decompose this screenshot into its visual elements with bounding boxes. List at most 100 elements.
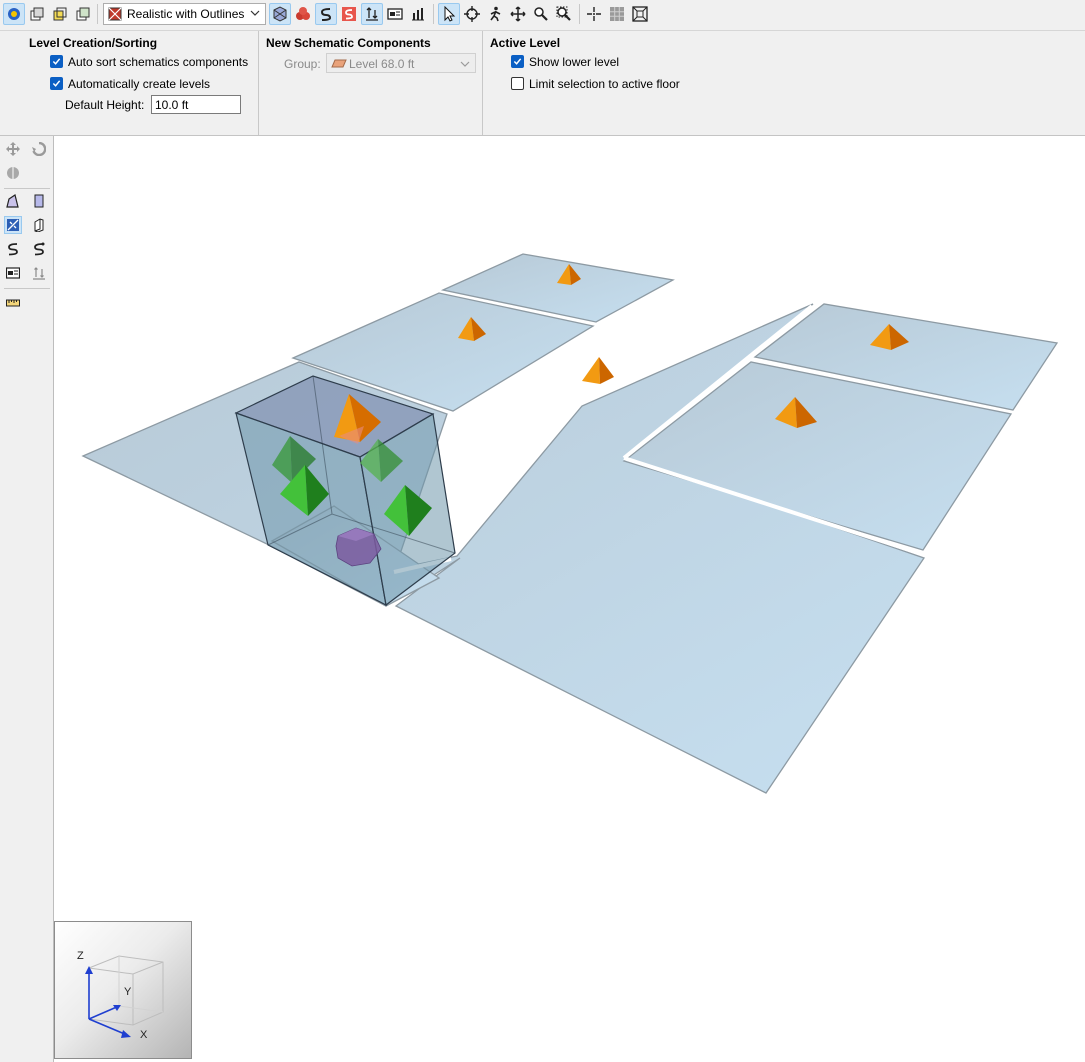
auto-sort-label: Auto sort schematics components bbox=[68, 55, 249, 69]
auto-create-checkbox[interactable] bbox=[50, 77, 63, 90]
level-sort-tool[interactable] bbox=[30, 264, 48, 282]
pan-button[interactable] bbox=[507, 3, 529, 25]
zoom-button[interactable] bbox=[530, 3, 552, 25]
pipe-link-tool[interactable] bbox=[30, 240, 48, 258]
rotate-tool[interactable] bbox=[30, 140, 48, 158]
limit-selection-checkbox[interactable] bbox=[511, 77, 524, 90]
mirror-tool[interactable] bbox=[4, 164, 22, 182]
axis-x-label: X bbox=[140, 1029, 148, 1041]
level-sort-icon bbox=[33, 267, 45, 280]
level-sort-button[interactable] bbox=[361, 3, 383, 25]
fit-view-icon bbox=[632, 6, 648, 22]
view-top-button[interactable] bbox=[72, 3, 94, 25]
grid-button[interactable] bbox=[606, 3, 628, 25]
pipe-link-icon bbox=[34, 242, 45, 256]
axis-cube-drawing bbox=[85, 955, 164, 1038]
draw-room-icon bbox=[6, 194, 19, 208]
default-height-input[interactable]: 10.0 ft bbox=[151, 95, 241, 114]
render-mode-select[interactable]: Realistic with Outlines bbox=[103, 3, 266, 25]
x-ray-icon bbox=[273, 6, 287, 22]
rotate-icon bbox=[32, 142, 46, 156]
schematic-card-tool[interactable] bbox=[4, 264, 22, 282]
pipe-route-red-button[interactable] bbox=[338, 3, 360, 25]
orbit-button[interactable] bbox=[461, 3, 483, 25]
orbit-icon bbox=[464, 6, 480, 22]
grid-icon bbox=[610, 7, 624, 21]
axis-y-label: Y bbox=[124, 986, 132, 998]
chevron-down-icon bbox=[460, 61, 470, 67]
mirror-icon bbox=[7, 167, 19, 179]
component-cluster-button[interactable] bbox=[292, 3, 314, 25]
view-side-icon bbox=[53, 7, 67, 21]
new-components-group: New Schematic Components Group: bbox=[259, 31, 482, 135]
level-sort-icon bbox=[366, 7, 378, 21]
wall-tool[interactable] bbox=[30, 216, 48, 234]
terminal-3[interactable] bbox=[582, 357, 614, 384]
options-panel: Level Creation/Sorting Auto sort schemat… bbox=[0, 31, 1085, 136]
schematic-card-icon bbox=[6, 267, 20, 279]
show-lower-label: Show lower level bbox=[529, 55, 620, 69]
render-style-icon bbox=[108, 7, 122, 21]
group-label: Group: bbox=[284, 57, 321, 71]
view-front-icon bbox=[30, 7, 44, 21]
bar-chart-icon bbox=[412, 8, 424, 21]
new-components-title: New Schematic Components bbox=[266, 36, 431, 50]
pan-icon bbox=[510, 6, 526, 22]
pipe-route-red-icon bbox=[342, 7, 356, 21]
check-icon bbox=[513, 58, 522, 65]
active-level-group: Active Level Show lower level Limit sele… bbox=[483, 31, 783, 135]
fit-view-button[interactable] bbox=[629, 3, 651, 25]
axis-z-label: Z bbox=[77, 950, 84, 962]
bar-chart-button[interactable] bbox=[407, 3, 429, 25]
auto-sort-checkbox[interactable] bbox=[50, 55, 63, 68]
move-icon bbox=[6, 142, 20, 156]
zoom-window-icon bbox=[556, 6, 571, 21]
center-view-icon bbox=[587, 7, 601, 21]
chevron-down-icon bbox=[250, 10, 260, 16]
check-icon bbox=[52, 58, 61, 65]
zoom-icon bbox=[534, 7, 548, 21]
level-creation-title: Level Creation/Sorting bbox=[29, 36, 158, 50]
view-home-button[interactable] bbox=[3, 3, 25, 25]
floor-slabs bbox=[81, 253, 1059, 794]
select-tool-button[interactable] bbox=[438, 3, 460, 25]
default-height-label: Default Height: bbox=[65, 98, 145, 112]
move-tool[interactable] bbox=[4, 140, 22, 158]
slab-icon bbox=[7, 219, 19, 231]
tool-palette bbox=[0, 136, 53, 1062]
main-toolbar: Realistic with Outlines bbox=[0, 0, 1085, 31]
component-cluster-icon bbox=[296, 7, 310, 20]
walk-icon bbox=[490, 6, 501, 22]
group-select[interactable]: Level 68.0 ft bbox=[326, 53, 476, 73]
zoom-window-button[interactable] bbox=[553, 3, 575, 25]
view-side-button[interactable] bbox=[49, 3, 71, 25]
measure-tool[interactable] bbox=[4, 294, 22, 312]
active-level-title: Active Level bbox=[490, 36, 561, 50]
wall-icon bbox=[34, 218, 44, 232]
limit-selection-label: Limit selection to active floor bbox=[529, 77, 680, 91]
draw-room-tool[interactable] bbox=[4, 192, 22, 210]
view-top-icon bbox=[76, 7, 90, 21]
show-lower-checkbox[interactable] bbox=[511, 55, 524, 68]
draw-box-icon bbox=[34, 194, 44, 208]
center-view-button[interactable] bbox=[583, 3, 605, 25]
duct-route-icon bbox=[8, 243, 18, 256]
schematic-card-button[interactable] bbox=[384, 3, 406, 25]
slab-tool[interactable] bbox=[4, 216, 22, 234]
check-icon bbox=[52, 80, 61, 87]
duct-route-tool[interactable] bbox=[4, 240, 22, 258]
3d-viewport[interactable]: Z Y X bbox=[53, 136, 1085, 1062]
measure-icon bbox=[6, 299, 20, 307]
level-swatch-icon bbox=[331, 59, 347, 68]
view-home-icon bbox=[8, 8, 20, 20]
axis-orientation-cube[interactable]: Z Y X bbox=[54, 921, 192, 1059]
x-ray-button[interactable] bbox=[269, 3, 291, 25]
view-front-button[interactable] bbox=[26, 3, 48, 25]
draw-box-tool[interactable] bbox=[30, 192, 48, 210]
walk-button[interactable] bbox=[484, 3, 506, 25]
3d-scene[interactable] bbox=[54, 136, 1085, 1062]
pipe-route-icon bbox=[320, 8, 332, 21]
schematic-card-icon bbox=[387, 8, 403, 20]
pipe-route-button[interactable] bbox=[315, 3, 337, 25]
select-arrow-icon bbox=[444, 6, 456, 22]
